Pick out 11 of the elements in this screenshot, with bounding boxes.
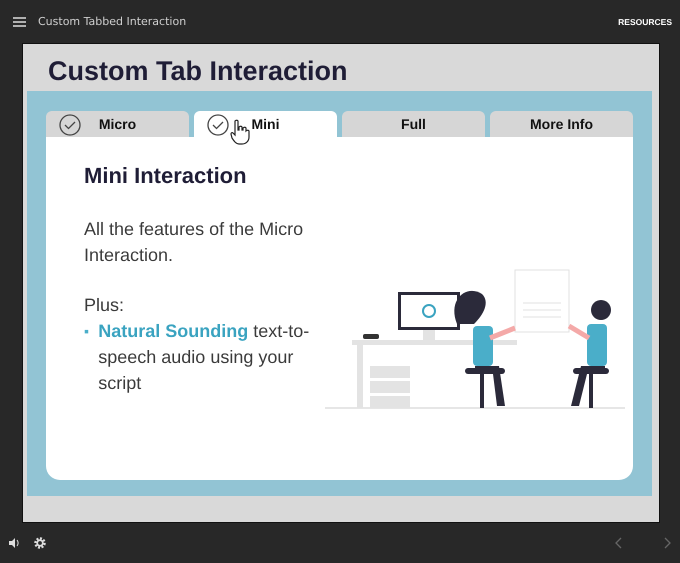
plus-label: Plus: <box>84 294 124 317</box>
tab[interactable]: Full <box>342 111 485 137</box>
bullet-marker: ▪ <box>84 322 90 341</box>
bullet-text: Natural Sounding text-to-speech audio using your script <box>98 320 310 395</box>
tab[interactable]: More Info <box>490 111 633 137</box>
course-title: Custom Tabbed Interaction <box>38 15 188 28</box>
description-text: All the features of the Micro Interaction. <box>84 218 304 267</box>
section-heading: Mini Interaction <box>84 163 248 189</box>
resources-button[interactable]: RESOURCES <box>618 16 672 26</box>
slide-title: Custom Tab Interaction <box>48 56 349 88</box>
tab[interactable]: Micro <box>46 111 189 137</box>
